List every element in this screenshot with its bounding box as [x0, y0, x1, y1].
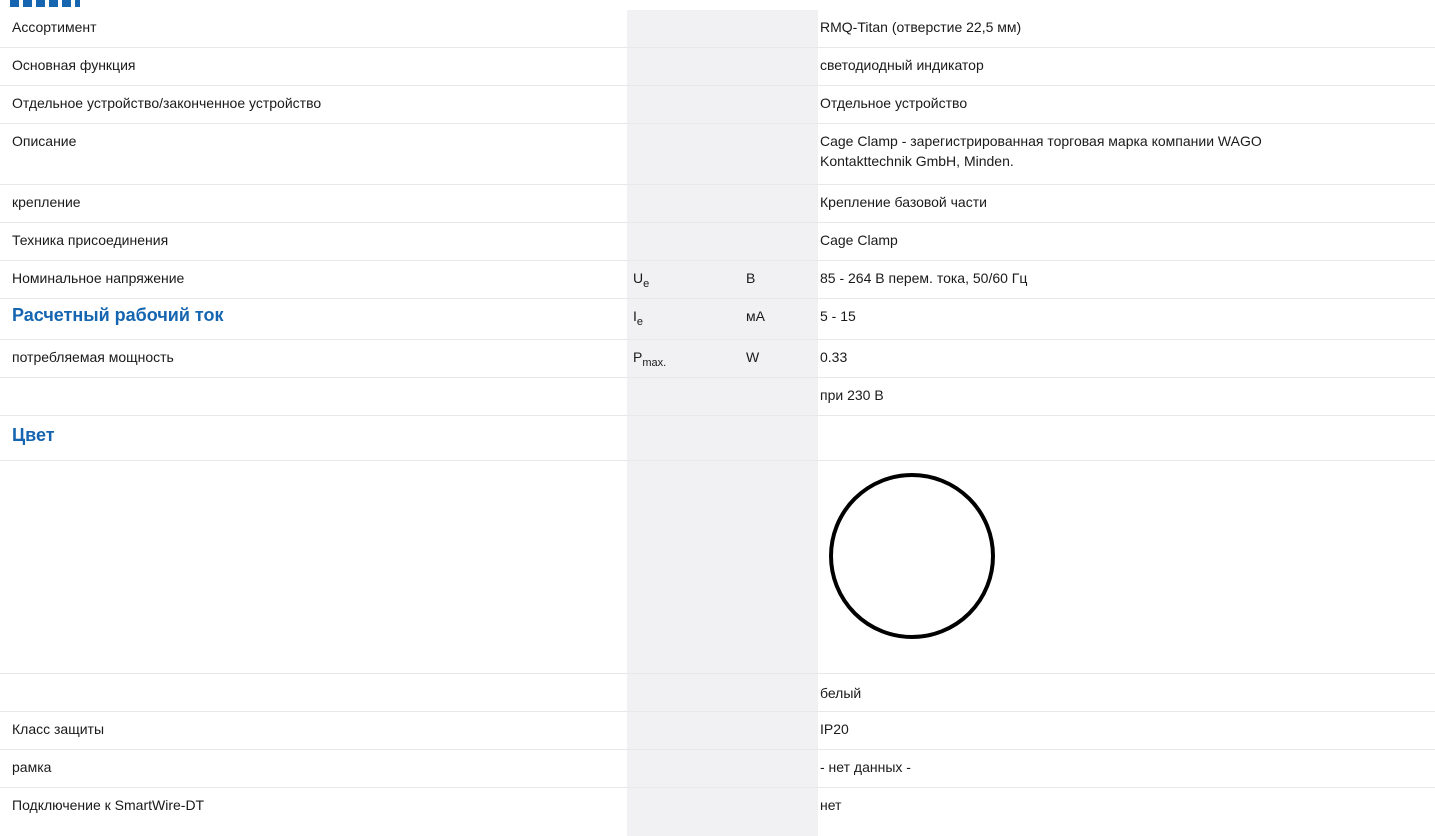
row-label: Основная функция — [12, 57, 136, 73]
table-row: Описание Cage Clamp - зарегистрированная… — [0, 124, 1435, 185]
row-value: 5 - 15 — [820, 308, 856, 324]
row-unit: W — [746, 349, 760, 365]
row-label — [12, 674, 612, 681]
row-label: потребляемая мощность — [12, 349, 174, 365]
row-value-line: Kontakttechnik GmbH, Minden. — [820, 153, 1014, 169]
table-row: Цвет — [0, 416, 1435, 461]
table-row: рамка - нет данных - — [0, 750, 1435, 788]
row-value: IP20 — [820, 721, 849, 737]
row-symbol: Ue — [633, 270, 650, 290]
section-heading: Расчетный рабочий ток — [12, 305, 224, 325]
table-row: потребляемая мощность Pmax. W 0.33 — [0, 340, 1435, 378]
table-row: Класс защиты IP20 — [0, 712, 1435, 750]
table-row: крепление Крепление базовой части — [0, 185, 1435, 223]
table-row: Расчетный рабочий ток Ie мА 5 - 15 — [0, 299, 1435, 340]
color-circle-icon — [829, 473, 995, 639]
row-value: Отдельное устройство — [820, 95, 968, 111]
row-label: Отдельное устройство/законченное устройс… — [12, 95, 322, 111]
row-label: рамка — [12, 759, 52, 775]
table-row: Отдельное устройство/законченное устройс… — [0, 86, 1435, 124]
row-value: RMQ-Titan (отверстие 22,5 мм) — [820, 19, 1022, 35]
row-value: при 230 В — [820, 387, 884, 403]
row-value: - нет данных - — [820, 759, 911, 775]
table-row: белый — [0, 674, 1435, 712]
section-heading: Цвет — [12, 425, 55, 445]
header-fragment — [10, 0, 80, 7]
table-row: Основная функция светодиодный индикатор — [0, 48, 1435, 86]
table-row: Номинальное напряжение Ue В 85 - 264 В п… — [0, 261, 1435, 299]
row-label: Техника присоединения — [12, 232, 169, 248]
table-row: при 230 В — [0, 378, 1435, 416]
row-value: светодиодный индикатор — [820, 57, 984, 73]
row-value: 0.33 — [820, 349, 848, 365]
row-label — [12, 378, 612, 385]
row-value: Cage Clamp — [820, 232, 898, 248]
table-row — [0, 461, 1435, 674]
row-label: Класс защиты — [12, 721, 105, 737]
row-value-line: Cage Clamp - зарегистрированная торговая… — [820, 133, 1262, 149]
spec-table: Ассортимент RMQ-Titan (отверстие 22,5 мм… — [0, 10, 1435, 826]
row-value: белый — [820, 685, 862, 701]
row-label: Ассортимент — [12, 19, 97, 35]
table-row: Подключение к SmartWire-DT нет — [0, 788, 1435, 826]
row-value: Крепление базовой части — [820, 194, 987, 210]
row-label: Описание — [12, 133, 77, 149]
row-value: 85 - 264 В перем. тока, 50/60 Гц — [820, 270, 1028, 286]
row-symbol: Ie — [633, 308, 644, 328]
row-value: нет — [820, 797, 842, 813]
row-unit: мА — [746, 308, 765, 324]
row-label: крепление — [12, 194, 81, 210]
row-symbol: Pmax. — [633, 349, 667, 369]
row-value — [820, 416, 1380, 423]
row-value: Cage Clamp - зарегистрированная торговая… — [820, 124, 1380, 171]
table-row: Ассортимент RMQ-Titan (отверстие 22,5 мм… — [0, 10, 1435, 48]
table-row: Техника присоединения Cage Clamp — [0, 223, 1435, 261]
row-label: Номинальное напряжение — [12, 270, 185, 286]
row-label: Подключение к SmartWire-DT — [12, 797, 205, 813]
row-unit: В — [746, 270, 756, 286]
